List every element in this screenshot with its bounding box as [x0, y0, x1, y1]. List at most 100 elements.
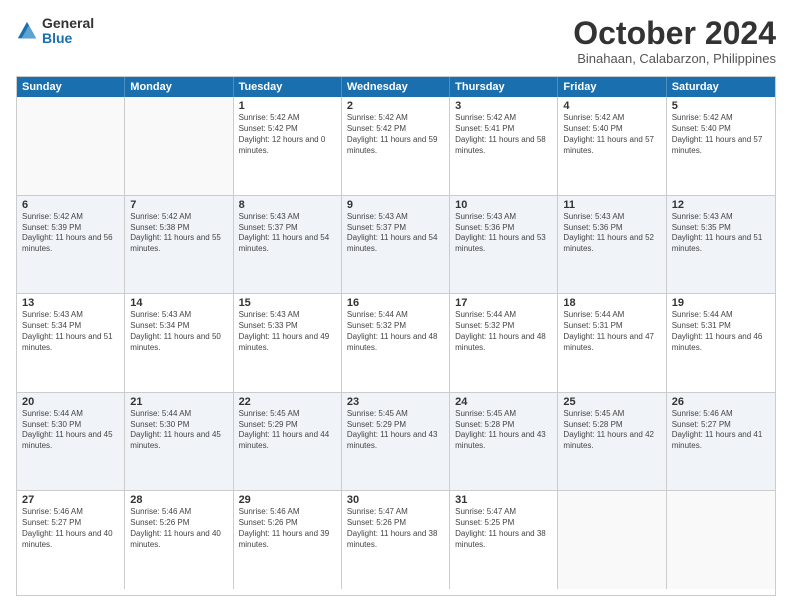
sunrise-text: Sunrise: 5:45 AM — [563, 409, 660, 420]
sunrise-text: Sunrise: 5:47 AM — [455, 507, 552, 518]
day-cell-30: 30Sunrise: 5:47 AMSunset: 5:26 PMDayligh… — [342, 491, 450, 589]
day-cell-22: 22Sunrise: 5:45 AMSunset: 5:29 PMDayligh… — [234, 393, 342, 491]
day-number: 28 — [130, 494, 227, 506]
sunset-text: Sunset: 5:35 PM — [672, 223, 770, 234]
daylight-text: Daylight: 11 hours and 51 minutes. — [672, 233, 770, 255]
sunrise-text: Sunrise: 5:45 AM — [347, 409, 444, 420]
daylight-text: Daylight: 11 hours and 59 minutes. — [347, 135, 444, 157]
day-number: 15 — [239, 297, 336, 309]
sunrise-text: Sunrise: 5:42 AM — [130, 212, 227, 223]
sunset-text: Sunset: 5:26 PM — [130, 518, 227, 529]
header: General Blue October 2024 Binahaan, Cala… — [16, 16, 776, 66]
day-number: 20 — [22, 396, 119, 408]
day-number: 14 — [130, 297, 227, 309]
day-cell-28: 28Sunrise: 5:46 AMSunset: 5:26 PMDayligh… — [125, 491, 233, 589]
sunrise-text: Sunrise: 5:46 AM — [239, 507, 336, 518]
day-cell-27: 27Sunrise: 5:46 AMSunset: 5:27 PMDayligh… — [17, 491, 125, 589]
sunrise-text: Sunrise: 5:43 AM — [455, 212, 552, 223]
sunset-text: Sunset: 5:27 PM — [22, 518, 119, 529]
sunrise-text: Sunrise: 5:47 AM — [347, 507, 444, 518]
sunrise-text: Sunrise: 5:46 AM — [672, 409, 770, 420]
day-header-saturday: Saturday — [667, 77, 775, 97]
sunrise-text: Sunrise: 5:42 AM — [239, 113, 336, 124]
sunrise-text: Sunrise: 5:43 AM — [239, 310, 336, 321]
sunrise-text: Sunrise: 5:46 AM — [22, 507, 119, 518]
sunset-text: Sunset: 5:27 PM — [672, 420, 770, 431]
daylight-text: Daylight: 11 hours and 50 minutes. — [130, 332, 227, 354]
day-header-monday: Monday — [125, 77, 233, 97]
day-header-friday: Friday — [558, 77, 666, 97]
daylight-text: Daylight: 11 hours and 38 minutes. — [455, 529, 552, 551]
day-cell-15: 15Sunrise: 5:43 AMSunset: 5:33 PMDayligh… — [234, 294, 342, 392]
day-number: 18 — [563, 297, 660, 309]
daylight-text: Daylight: 11 hours and 43 minutes. — [347, 430, 444, 452]
daylight-text: Daylight: 11 hours and 57 minutes. — [563, 135, 660, 157]
day-cell-9: 9Sunrise: 5:43 AMSunset: 5:37 PMDaylight… — [342, 196, 450, 294]
day-number: 16 — [347, 297, 444, 309]
day-number: 10 — [455, 199, 552, 211]
day-number: 17 — [455, 297, 552, 309]
logo: General Blue — [16, 16, 94, 47]
day-cell-6: 6Sunrise: 5:42 AMSunset: 5:39 PMDaylight… — [17, 196, 125, 294]
sunset-text: Sunset: 5:42 PM — [239, 124, 336, 135]
day-number: 11 — [563, 199, 660, 211]
day-number: 30 — [347, 494, 444, 506]
day-cell-25: 25Sunrise: 5:45 AMSunset: 5:28 PMDayligh… — [558, 393, 666, 491]
week-row-2: 6Sunrise: 5:42 AMSunset: 5:39 PMDaylight… — [17, 196, 775, 295]
day-cell-17: 17Sunrise: 5:44 AMSunset: 5:32 PMDayligh… — [450, 294, 558, 392]
daylight-text: Daylight: 11 hours and 58 minutes. — [455, 135, 552, 157]
day-number: 2 — [347, 100, 444, 112]
sunrise-text: Sunrise: 5:44 AM — [455, 310, 552, 321]
sunset-text: Sunset: 5:29 PM — [239, 420, 336, 431]
page: General Blue October 2024 Binahaan, Cala… — [0, 0, 792, 612]
day-number: 5 — [672, 100, 770, 112]
daylight-text: Daylight: 11 hours and 49 minutes. — [239, 332, 336, 354]
day-number: 25 — [563, 396, 660, 408]
daylight-text: Daylight: 11 hours and 54 minutes. — [347, 233, 444, 255]
month-title: October 2024 — [573, 16, 776, 51]
sunset-text: Sunset: 5:25 PM — [455, 518, 552, 529]
sunset-text: Sunset: 5:40 PM — [563, 124, 660, 135]
day-cell-3: 3Sunrise: 5:42 AMSunset: 5:41 PMDaylight… — [450, 97, 558, 195]
day-number: 27 — [22, 494, 119, 506]
day-cell-13: 13Sunrise: 5:43 AMSunset: 5:34 PMDayligh… — [17, 294, 125, 392]
day-cell-5: 5Sunrise: 5:42 AMSunset: 5:40 PMDaylight… — [667, 97, 775, 195]
sunrise-text: Sunrise: 5:44 AM — [130, 409, 227, 420]
empty-cell — [667, 491, 775, 589]
logo-blue: Blue — [42, 31, 94, 46]
day-number: 29 — [239, 494, 336, 506]
sunrise-text: Sunrise: 5:44 AM — [563, 310, 660, 321]
day-cell-7: 7Sunrise: 5:42 AMSunset: 5:38 PMDaylight… — [125, 196, 233, 294]
day-cell-18: 18Sunrise: 5:44 AMSunset: 5:31 PMDayligh… — [558, 294, 666, 392]
sunset-text: Sunset: 5:42 PM — [347, 124, 444, 135]
sunrise-text: Sunrise: 5:46 AM — [130, 507, 227, 518]
sunset-text: Sunset: 5:31 PM — [563, 321, 660, 332]
day-number: 12 — [672, 199, 770, 211]
day-number: 7 — [130, 199, 227, 211]
sunrise-text: Sunrise: 5:45 AM — [455, 409, 552, 420]
sunset-text: Sunset: 5:32 PM — [455, 321, 552, 332]
sunset-text: Sunset: 5:39 PM — [22, 223, 119, 234]
day-cell-23: 23Sunrise: 5:45 AMSunset: 5:29 PMDayligh… — [342, 393, 450, 491]
day-cell-8: 8Sunrise: 5:43 AMSunset: 5:37 PMDaylight… — [234, 196, 342, 294]
day-cell-29: 29Sunrise: 5:46 AMSunset: 5:26 PMDayligh… — [234, 491, 342, 589]
empty-cell — [17, 97, 125, 195]
day-number: 31 — [455, 494, 552, 506]
day-cell-4: 4Sunrise: 5:42 AMSunset: 5:40 PMDaylight… — [558, 97, 666, 195]
sunrise-text: Sunrise: 5:42 AM — [347, 113, 444, 124]
sunset-text: Sunset: 5:31 PM — [672, 321, 770, 332]
day-cell-10: 10Sunrise: 5:43 AMSunset: 5:36 PMDayligh… — [450, 196, 558, 294]
sunset-text: Sunset: 5:33 PM — [239, 321, 336, 332]
sunrise-text: Sunrise: 5:44 AM — [347, 310, 444, 321]
daylight-text: Daylight: 11 hours and 46 minutes. — [672, 332, 770, 354]
sunrise-text: Sunrise: 5:42 AM — [22, 212, 119, 223]
day-number: 26 — [672, 396, 770, 408]
daylight-text: Daylight: 11 hours and 44 minutes. — [239, 430, 336, 452]
day-number: 23 — [347, 396, 444, 408]
sunset-text: Sunset: 5:36 PM — [455, 223, 552, 234]
daylight-text: Daylight: 11 hours and 57 minutes. — [672, 135, 770, 157]
sunset-text: Sunset: 5:40 PM — [672, 124, 770, 135]
daylight-text: Daylight: 11 hours and 39 minutes. — [239, 529, 336, 551]
empty-cell — [125, 97, 233, 195]
sunrise-text: Sunrise: 5:43 AM — [563, 212, 660, 223]
